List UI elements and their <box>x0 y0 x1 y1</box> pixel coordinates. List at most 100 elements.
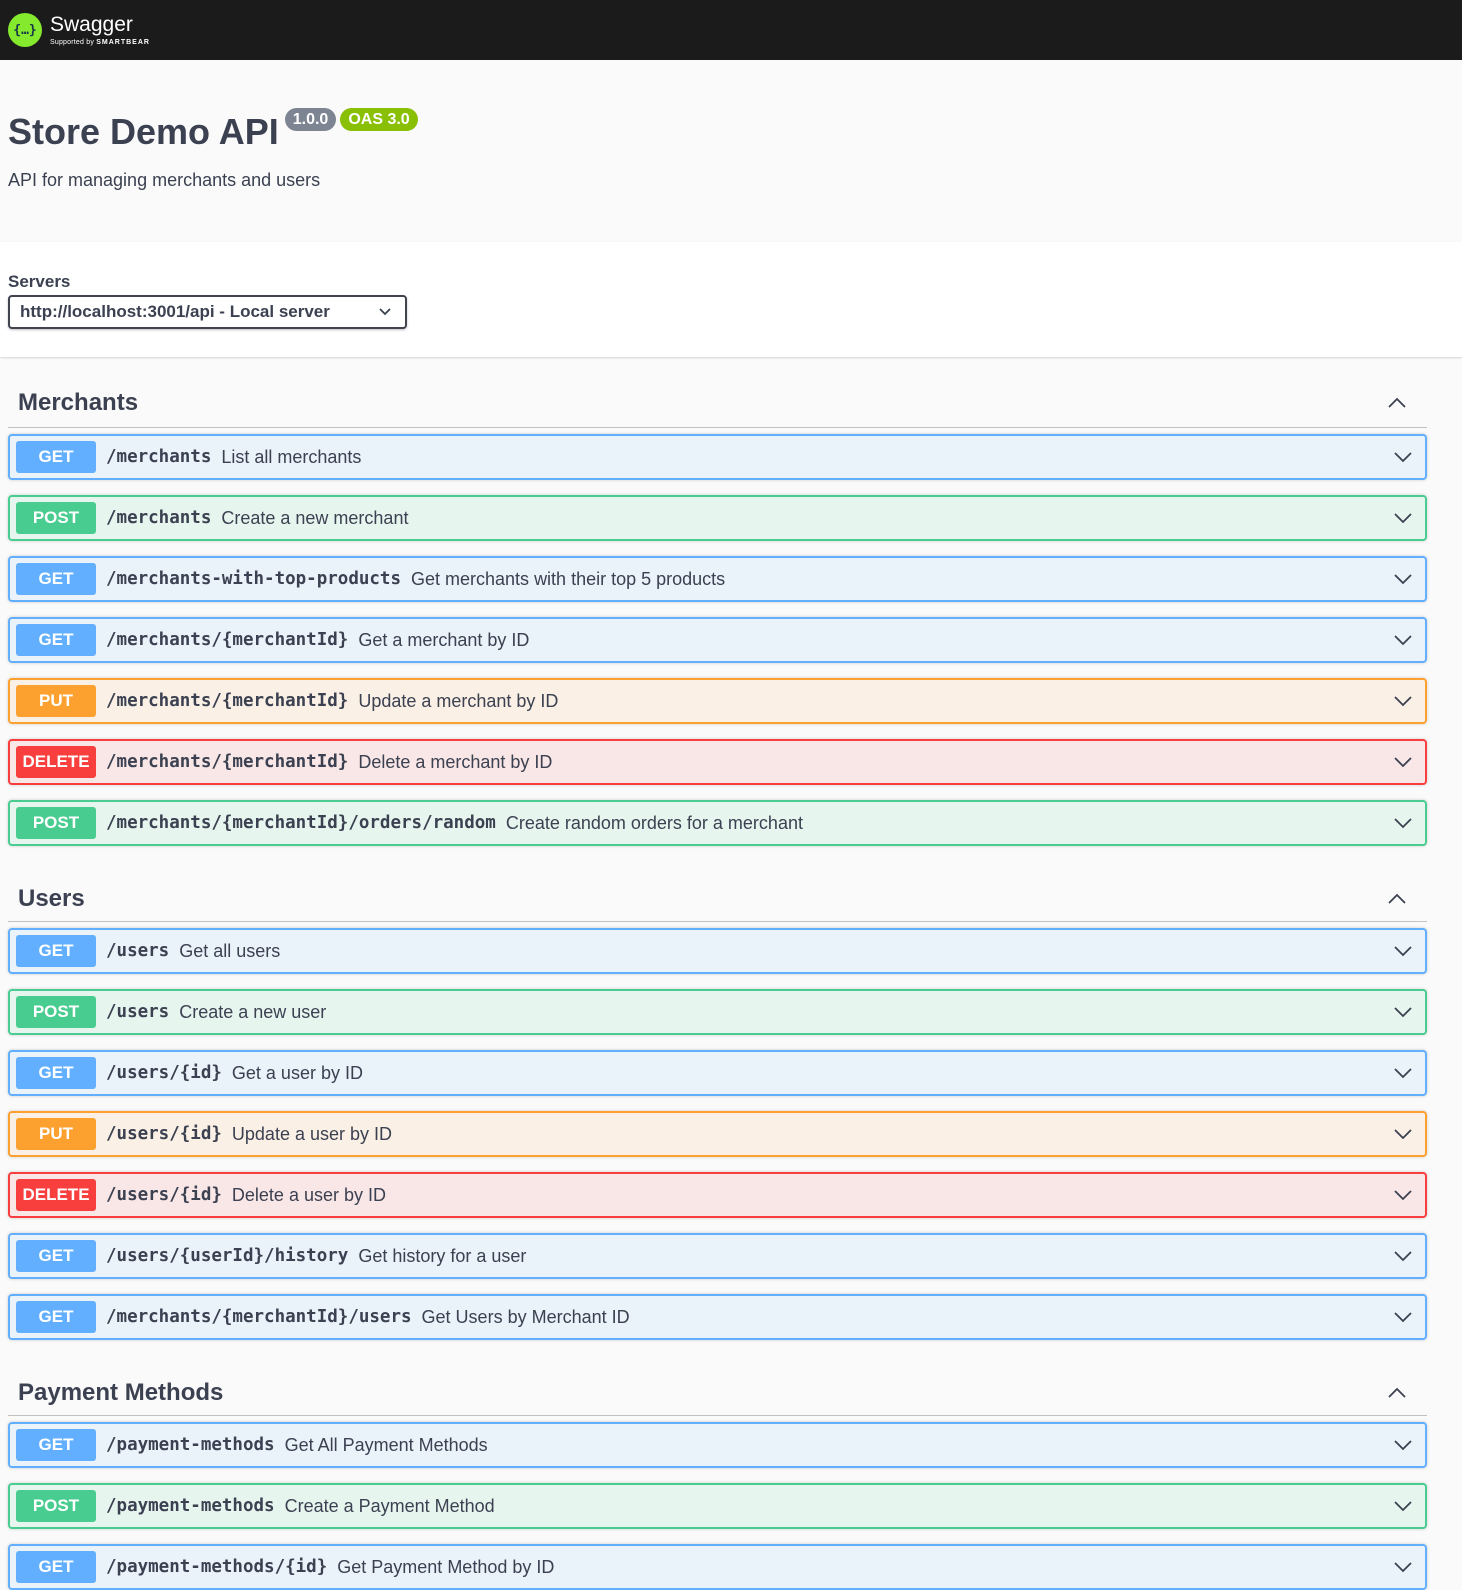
chevron-down-icon[interactable] <box>1393 1557 1413 1577</box>
chevron-up-icon[interactable] <box>1387 393 1407 413</box>
chevron-down-icon[interactable] <box>1393 1185 1413 1205</box>
operation-post-row[interactable]: POST/users Create a new user <box>8 989 1427 1035</box>
chevron-down-icon[interactable] <box>1393 569 1413 589</box>
method-badge: GET <box>16 1301 96 1333</box>
operation-post-row[interactable]: POST/payment-methods Create a Payment Met… <box>8 1483 1427 1529</box>
tag-header[interactable]: Merchants <box>8 357 1427 428</box>
page-title: Store Demo API <box>8 111 279 152</box>
chevron-up-icon[interactable] <box>1387 889 1407 909</box>
chevron-up-icon[interactable] <box>1387 1383 1407 1403</box>
operation-summary: Create a new user <box>179 1001 327 1022</box>
chevron-down-icon <box>379 308 391 316</box>
logo-name: Swagger <box>50 13 133 36</box>
operation-summary: Get a user by ID <box>231 1062 363 1083</box>
operation-summary: Delete a user by ID <box>231 1184 386 1205</box>
operation-put-row[interactable]: PUT/users/{id} Update a user by ID <box>8 1111 1427 1157</box>
operation-get-row[interactable]: GET/payment-methods Get All Payment Metho… <box>8 1422 1427 1468</box>
server-select[interactable]: http://localhost:3001/api - Local server <box>8 295 407 329</box>
operation-summary: Get history for a user <box>358 1245 527 1266</box>
operation-summary: Get merchants with their top 5 products <box>411 568 726 589</box>
operation-path: /merchants-with-top-products <box>106 569 402 589</box>
tag-title: Users <box>18 885 85 912</box>
operation-path: /payment-methods <box>106 1496 275 1516</box>
tag-header[interactable]: Users <box>8 861 1427 922</box>
chevron-down-icon[interactable] <box>1393 1246 1413 1266</box>
operation-path: /users <box>106 941 170 961</box>
operation-put-row[interactable]: PUT/merchants/{merchantId} Update a merch… <box>8 678 1427 724</box>
method-badge: GET <box>16 1551 96 1583</box>
method-badge: GET <box>16 563 96 595</box>
operation-get-row[interactable]: GET/merchants/{merchantId} Get a merchant… <box>8 617 1427 663</box>
operation-path: /merchants <box>106 508 212 528</box>
chevron-down-icon[interactable] <box>1393 1496 1413 1516</box>
oas-badge: OAS 3.0 <box>340 108 418 131</box>
swagger-logo-text[interactable]: Swagger Supported by SMARTBEAR <box>50 14 150 46</box>
operation-delete-row[interactable]: DELETE/merchants/{merchantId} Delete a me… <box>8 739 1427 785</box>
operation-path: /merchants/{merchantId} <box>106 691 349 711</box>
method-badge: DELETE <box>16 746 96 778</box>
method-badge: DELETE <box>16 1179 96 1211</box>
operation-summary: Get all users <box>179 940 281 961</box>
swagger-logo-icon[interactable]: {…} <box>8 13 42 47</box>
chevron-down-icon[interactable] <box>1393 1002 1413 1022</box>
operation-path: /merchants/{merchantId} <box>106 752 349 772</box>
method-badge: POST <box>16 1490 96 1522</box>
operation-path: /payment-methods/{id} <box>106 1557 328 1577</box>
operation-summary: Create a Payment Method <box>284 1495 495 1516</box>
operation-summary: Get Users by Merchant ID <box>421 1306 630 1327</box>
tag-section: Payment Methods GET/payment-methods Get Al… <box>8 1355 1427 1590</box>
chevron-down-icon[interactable] <box>1393 813 1413 833</box>
operation-path: /payment-methods <box>106 1435 275 1455</box>
chevron-down-icon[interactable] <box>1393 691 1413 711</box>
api-info: Store Demo API 1.0.0 OAS 3.0 API for man… <box>0 60 1462 242</box>
operation-summary: List all merchants <box>221 446 362 467</box>
operation-get-row[interactable]: GET/payment-methods/{id} Get Payment Meth… <box>8 1544 1427 1590</box>
operation-get-row[interactable]: GET/merchants/{merchantId}/users Get User… <box>8 1294 1427 1340</box>
tag-section: Merchants GET/merchants List all merchants… <box>8 357 1427 846</box>
operations-container: Merchants GET/merchants List all merchants… <box>0 357 1462 1590</box>
operation-summary: Get Payment Method by ID <box>337 1556 555 1577</box>
servers-section: Servers http://localhost:3001/api - Loca… <box>0 242 1462 357</box>
chevron-down-icon[interactable] <box>1393 941 1413 961</box>
operation-summary: Update a user by ID <box>231 1123 392 1144</box>
operation-path: /merchants/{merchantId} <box>106 630 349 650</box>
chevron-down-icon[interactable] <box>1393 1063 1413 1083</box>
operation-get-row[interactable]: GET/merchants-with-top-products Get merch… <box>8 556 1427 602</box>
chevron-down-icon[interactable] <box>1393 508 1413 528</box>
operation-get-row[interactable]: GET/users/{userId}/history Get history fo… <box>8 1233 1427 1279</box>
chevron-down-icon[interactable] <box>1393 1435 1413 1455</box>
operation-path: /users <box>106 1002 170 1022</box>
operation-summary: Create random orders for a merchant <box>505 812 803 833</box>
method-badge: GET <box>16 1057 96 1089</box>
method-badge: GET <box>16 624 96 656</box>
operation-post-row[interactable]: POST/merchants/{merchantId}/orders/rando… <box>8 800 1427 846</box>
chevron-down-icon[interactable] <box>1393 630 1413 650</box>
operation-summary: Get a merchant by ID <box>358 629 530 650</box>
operation-get-row[interactable]: GET/users Get all users <box>8 928 1427 974</box>
tag-title: Merchants <box>18 389 139 416</box>
tag-header[interactable]: Payment Methods <box>8 1355 1427 1416</box>
method-badge: GET <box>16 1429 96 1461</box>
method-badge: GET <box>16 441 96 473</box>
operation-get-row[interactable]: GET/users/{id} Get a user by ID <box>8 1050 1427 1096</box>
api-description: API for managing merchants and users <box>8 170 321 190</box>
operation-path: /users/{id} <box>106 1063 222 1083</box>
operation-summary: Delete a merchant by ID <box>358 751 553 772</box>
operation-get-row[interactable]: GET/merchants List all merchants <box>8 434 1427 480</box>
servers-label: Servers <box>8 272 71 291</box>
chevron-down-icon[interactable] <box>1393 447 1413 467</box>
operation-path: /merchants/{merchantId}/users <box>106 1307 412 1327</box>
topbar: {…} Swagger Supported by SMARTBEAR <box>0 0 1462 60</box>
chevron-down-icon[interactable] <box>1393 1307 1413 1327</box>
operation-post-row[interactable]: POST/merchants Create a new merchant <box>8 495 1427 541</box>
operation-delete-row[interactable]: DELETE/users/{id} Delete a user by ID <box>8 1172 1427 1218</box>
chevron-down-icon[interactable] <box>1393 752 1413 772</box>
method-badge: POST <box>16 996 96 1028</box>
method-badge: POST <box>16 502 96 534</box>
chevron-down-icon[interactable] <box>1393 1124 1413 1144</box>
method-badge: POST <box>16 807 96 839</box>
operation-path: /users/{userId}/history <box>106 1246 349 1266</box>
operation-path: /merchants <box>106 447 212 467</box>
operation-path: /users/{id} <box>106 1124 222 1144</box>
tag-title: Payment Methods <box>18 1379 224 1406</box>
